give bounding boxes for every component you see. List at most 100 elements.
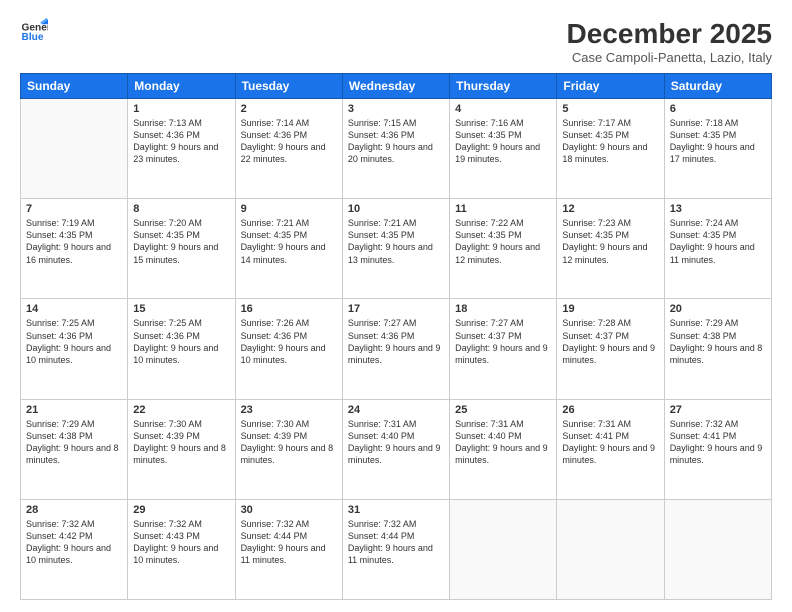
calendar-cell: 15 Sunrise: 7:25 AMSunset: 4:36 PMDayligh… — [128, 299, 235, 399]
day-number: 26 — [562, 404, 658, 416]
weekday-header-tuesday: Tuesday — [235, 74, 342, 99]
weekday-header-saturday: Saturday — [664, 74, 771, 99]
calendar-cell: 23 Sunrise: 7:30 AMSunset: 4:39 PMDayligh… — [235, 399, 342, 499]
day-number: 13 — [670, 203, 766, 215]
cell-info: Sunrise: 7:32 AMSunset: 4:43 PMDaylight:… — [133, 518, 229, 567]
header: General Blue December 2025 Case Campoli-… — [20, 18, 772, 65]
location-subtitle: Case Campoli-Panetta, Lazio, Italy — [567, 50, 772, 65]
page: General Blue December 2025 Case Campoli-… — [0, 0, 792, 612]
calendar-cell: 8 Sunrise: 7:20 AMSunset: 4:35 PMDaylight… — [128, 199, 235, 299]
calendar-cell: 12Sunrise: 7:23 AMSunset: 4:35 PMDayligh… — [557, 199, 664, 299]
calendar-cell: 29 Sunrise: 7:32 AMSunset: 4:43 PMDayligh… — [128, 499, 235, 599]
week-row-2: 7 Sunrise: 7:19 AMSunset: 4:35 PMDaylight… — [21, 199, 772, 299]
cell-info: Sunrise: 7:32 AMSunset: 4:44 PMDaylight:… — [348, 518, 444, 567]
calendar-cell: 28Sunrise: 7:32 AMSunset: 4:42 PMDayligh… — [21, 499, 128, 599]
day-number: 14 — [26, 303, 122, 315]
cell-info: Sunrise: 7:29 AMSunset: 4:38 PMDaylight:… — [670, 317, 766, 366]
cell-info: Sunrise: 7:19 AMSunset: 4:35 PMDaylight:… — [26, 217, 122, 266]
calendar-cell: 7 Sunrise: 7:19 AMSunset: 4:35 PMDaylight… — [21, 199, 128, 299]
calendar-cell: 24Sunrise: 7:31 AMSunset: 4:40 PMDayligh… — [342, 399, 449, 499]
calendar-cell: 4 Sunrise: 7:16 AMSunset: 4:35 PMDaylight… — [450, 99, 557, 199]
calendar-cell — [664, 499, 771, 599]
cell-info: Sunrise: 7:17 AMSunset: 4:35 PMDaylight:… — [562, 117, 658, 166]
day-number: 20 — [670, 303, 766, 315]
cell-info: Sunrise: 7:32 AMSunset: 4:42 PMDaylight:… — [26, 518, 122, 567]
day-number: 30 — [241, 504, 337, 516]
day-number: 1 — [133, 103, 229, 115]
day-number: 10 — [348, 203, 444, 215]
calendar-cell: 6 Sunrise: 7:18 AMSunset: 4:35 PMDaylight… — [664, 99, 771, 199]
calendar-cell: 2 Sunrise: 7:14 AMSunset: 4:36 PMDaylight… — [235, 99, 342, 199]
day-number: 17 — [348, 303, 444, 315]
cell-info: Sunrise: 7:31 AMSunset: 4:41 PMDaylight:… — [562, 418, 658, 467]
day-number: 4 — [455, 103, 551, 115]
day-number: 11 — [455, 203, 551, 215]
month-title: December 2025 — [567, 18, 772, 50]
weekday-header-friday: Friday — [557, 74, 664, 99]
day-number: 7 — [26, 203, 122, 215]
calendar-cell: 14 Sunrise: 7:25 AMSunset: 4:36 PMDayligh… — [21, 299, 128, 399]
calendar-cell: 17 Sunrise: 7:27 AMSunset: 4:36 PMDayligh… — [342, 299, 449, 399]
day-number: 24 — [348, 404, 444, 416]
day-number: 6 — [670, 103, 766, 115]
day-number: 5 — [562, 103, 658, 115]
calendar-cell: 30 Sunrise: 7:32 AMSunset: 4:44 PMDayligh… — [235, 499, 342, 599]
calendar-cell: 25 Sunrise: 7:31 AMSunset: 4:40 PMDayligh… — [450, 399, 557, 499]
cell-info: Sunrise: 7:24 AMSunset: 4:35 PMDaylight:… — [670, 217, 766, 266]
cell-info: Sunrise: 7:27 AMSunset: 4:37 PMDaylight:… — [455, 317, 551, 366]
cell-info: Sunrise: 7:26 AMSunset: 4:36 PMDaylight:… — [241, 317, 337, 366]
cell-info: Sunrise: 7:30 AMSunset: 4:39 PMDaylight:… — [133, 418, 229, 467]
day-number: 23 — [241, 404, 337, 416]
calendar-cell: 20 Sunrise: 7:29 AMSunset: 4:38 PMDayligh… — [664, 299, 771, 399]
weekday-header-wednesday: Wednesday — [342, 74, 449, 99]
day-number: 21 — [26, 404, 122, 416]
calendar-cell: 11 Sunrise: 7:22 AMSunset: 4:35 PMDayligh… — [450, 199, 557, 299]
weekday-header-monday: Monday — [128, 74, 235, 99]
calendar-cell: 10 Sunrise: 7:21 AMSunset: 4:35 PMDayligh… — [342, 199, 449, 299]
cell-info: Sunrise: 7:25 AMSunset: 4:36 PMDaylight:… — [26, 317, 122, 366]
cell-info: Sunrise: 7:13 AMSunset: 4:36 PMDaylight:… — [133, 117, 229, 166]
calendar-cell: 1 Sunrise: 7:13 AMSunset: 4:36 PMDaylight… — [128, 99, 235, 199]
cell-info: Sunrise: 7:27 AMSunset: 4:36 PMDaylight:… — [348, 317, 444, 366]
weekday-header-sunday: Sunday — [21, 74, 128, 99]
calendar-cell: 19Sunrise: 7:28 AMSunset: 4:37 PMDayligh… — [557, 299, 664, 399]
day-number: 29 — [133, 504, 229, 516]
day-number: 31 — [348, 504, 444, 516]
day-number: 25 — [455, 404, 551, 416]
cell-info: Sunrise: 7:32 AMSunset: 4:41 PMDaylight:… — [670, 418, 766, 467]
day-number: 12 — [562, 203, 658, 215]
cell-info: Sunrise: 7:32 AMSunset: 4:44 PMDaylight:… — [241, 518, 337, 567]
cell-info: Sunrise: 7:28 AMSunset: 4:37 PMDaylight:… — [562, 317, 658, 366]
calendar-cell: 21Sunrise: 7:29 AMSunset: 4:38 PMDayligh… — [21, 399, 128, 499]
day-number: 9 — [241, 203, 337, 215]
day-number: 3 — [348, 103, 444, 115]
day-number: 15 — [133, 303, 229, 315]
cell-info: Sunrise: 7:14 AMSunset: 4:36 PMDaylight:… — [241, 117, 337, 166]
day-number: 18 — [455, 303, 551, 315]
calendar-cell: 18 Sunrise: 7:27 AMSunset: 4:37 PMDayligh… — [450, 299, 557, 399]
cell-info: Sunrise: 7:16 AMSunset: 4:35 PMDaylight:… — [455, 117, 551, 166]
calendar-cell: 16 Sunrise: 7:26 AMSunset: 4:36 PMDayligh… — [235, 299, 342, 399]
weekday-header-row: SundayMondayTuesdayWednesdayThursdayFrid… — [21, 74, 772, 99]
calendar-table: SundayMondayTuesdayWednesdayThursdayFrid… — [20, 73, 772, 600]
cell-info: Sunrise: 7:30 AMSunset: 4:39 PMDaylight:… — [241, 418, 337, 467]
calendar-cell — [21, 99, 128, 199]
calendar-cell: 13 Sunrise: 7:24 AMSunset: 4:35 PMDayligh… — [664, 199, 771, 299]
day-number: 8 — [133, 203, 229, 215]
calendar-cell: 26 Sunrise: 7:31 AMSunset: 4:41 PMDayligh… — [557, 399, 664, 499]
cell-info: Sunrise: 7:25 AMSunset: 4:36 PMDaylight:… — [133, 317, 229, 366]
cell-info: Sunrise: 7:15 AMSunset: 4:36 PMDaylight:… — [348, 117, 444, 166]
title-block: December 2025 Case Campoli-Panetta, Lazi… — [567, 18, 772, 65]
day-number: 16 — [241, 303, 337, 315]
calendar-cell — [450, 499, 557, 599]
cell-info: Sunrise: 7:22 AMSunset: 4:35 PMDaylight:… — [455, 217, 551, 266]
calendar-cell: 3 Sunrise: 7:15 AMSunset: 4:36 PMDaylight… — [342, 99, 449, 199]
day-number: 2 — [241, 103, 337, 115]
week-row-3: 14 Sunrise: 7:25 AMSunset: 4:36 PMDayligh… — [21, 299, 772, 399]
cell-info: Sunrise: 7:20 AMSunset: 4:35 PMDaylight:… — [133, 217, 229, 266]
cell-info: Sunrise: 7:18 AMSunset: 4:35 PMDaylight:… — [670, 117, 766, 166]
cell-info: Sunrise: 7:21 AMSunset: 4:35 PMDaylight:… — [348, 217, 444, 266]
week-row-5: 28Sunrise: 7:32 AMSunset: 4:42 PMDayligh… — [21, 499, 772, 599]
cell-info: Sunrise: 7:31 AMSunset: 4:40 PMDaylight:… — [455, 418, 551, 467]
calendar-cell: 31 Sunrise: 7:32 AMSunset: 4:44 PMDayligh… — [342, 499, 449, 599]
